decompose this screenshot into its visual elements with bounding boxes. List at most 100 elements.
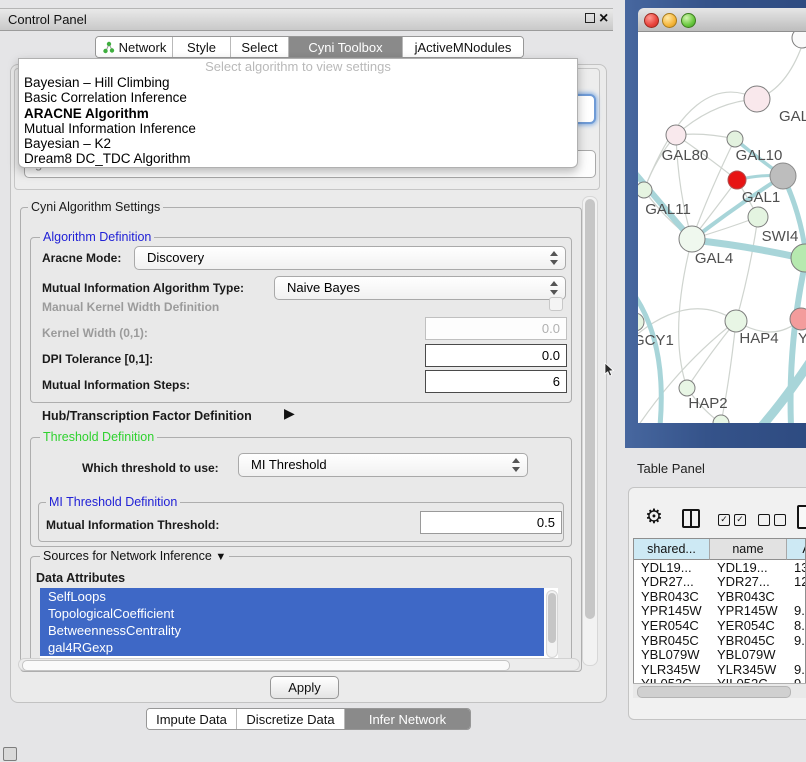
algorithm-option[interactable]: ARACNE Algorithm — [19, 106, 577, 121]
algorithm-option[interactable]: Bayesian – K2 — [19, 136, 577, 151]
network-node[interactable] — [666, 125, 686, 145]
table-hscrollbar[interactable] — [633, 683, 806, 698]
network-edge[interactable] — [762, 362, 806, 423]
network-node[interactable] — [748, 207, 768, 227]
table-row[interactable]: YLR345WYLR345W9. — [634, 663, 806, 678]
network-edge[interactable] — [736, 217, 758, 321]
hide-columns-icon[interactable] — [758, 514, 786, 526]
network-window-titlebar[interactable] — [638, 8, 806, 32]
network-edge[interactable] — [638, 160, 692, 240]
tab-discretize-data[interactable]: Discretize Data — [237, 709, 345, 729]
table-panel-title: Table Panel — [637, 461, 705, 476]
algorithm-option[interactable]: Dream8 DC_TDC Algorithm — [19, 151, 577, 166]
attribute-item[interactable]: BetweennessCentrality — [40, 622, 544, 639]
manual-kernel-label: Manual Kernel Width Definition — [42, 300, 219, 314]
network-view[interactable]: GALGAL80GAL10GAL1GAL11SWI4GAL4GCY1HAP4YH… — [638, 32, 806, 423]
table-cell: 9. — [787, 634, 806, 649]
attribute-item[interactable]: TopologicalCoefficient — [40, 605, 544, 622]
checked-checkbox-icon: ✓ — [718, 514, 730, 526]
algorithm-option[interactable]: Bayesian – Hill Climbing — [19, 75, 577, 90]
collapse-down-icon[interactable]: ▼ — [215, 551, 226, 563]
attributes-scrollbar-thumb[interactable] — [548, 593, 556, 643]
tab-infer-network[interactable]: Infer Network — [345, 709, 470, 729]
kernel-width-field[interactable]: 0.0 — [425, 317, 567, 340]
attribute-item[interactable]: gal4RGexp — [40, 639, 544, 656]
tab-jactivemnodules[interactable]: jActiveMNodules — [403, 37, 523, 57]
close-icon[interactable]: × — [599, 9, 613, 25]
node-label: GAL4 — [695, 250, 733, 267]
zoom-window-icon[interactable] — [681, 13, 696, 28]
settings-vscrollbar-thumb[interactable] — [585, 199, 595, 619]
network-node[interactable] — [792, 32, 806, 48]
network-node[interactable] — [770, 163, 796, 189]
table-row[interactable]: YPR145WYPR145W9. — [634, 604, 806, 619]
which-threshold-value: MI Threshold — [251, 454, 327, 476]
table-row[interactable]: YBL079WYBL079W — [634, 648, 806, 663]
network-node[interactable] — [728, 171, 746, 189]
network-edge[interactable] — [679, 239, 692, 388]
algorithm-dropdown: Select algorithm to view settings Bayesi… — [18, 58, 578, 168]
column-header[interactable]: A — [787, 539, 806, 560]
algorithm-option[interactable]: Basic Correlation Inference — [19, 90, 577, 105]
tab-network[interactable]: Network — [96, 37, 173, 57]
tab-cyni-toolbox[interactable]: Cyni Toolbox — [289, 37, 403, 57]
tab-style[interactable]: Style — [173, 37, 231, 57]
column-header[interactable]: name — [710, 539, 787, 560]
dpi-tolerance-label: DPI Tolerance [0,1]: — [42, 352, 153, 366]
network-edge[interactable] — [638, 284, 661, 423]
expand-right-icon[interactable]: ▶ — [284, 405, 295, 422]
mi-steps-field[interactable]: 6 — [425, 370, 567, 393]
which-threshold-select[interactable]: MI Threshold — [238, 453, 528, 477]
export-table-icon[interactable] — [797, 505, 806, 529]
table-cell: YLR345W — [710, 663, 787, 678]
table-row[interactable]: YER054CYER054C8. — [634, 619, 806, 634]
settings-hscrollbar[interactable] — [18, 658, 580, 671]
network-node[interactable] — [638, 182, 652, 198]
settings-hscrollbar-thumb[interactable] — [22, 660, 510, 671]
close-window-icon[interactable] — [644, 13, 659, 28]
apply-button[interactable]: Apply — [270, 676, 339, 699]
table-hscrollbar-thumb[interactable] — [637, 686, 791, 698]
attributes-scrollbar[interactable] — [546, 590, 558, 658]
table-cell: YBR045C — [634, 634, 710, 649]
column-header[interactable]: shared... — [634, 539, 710, 560]
table-cell: YLR345W — [634, 663, 710, 678]
minimize-window-icon[interactable] — [662, 13, 677, 28]
show-columns-icon[interactable]: ✓ ✓ — [718, 514, 746, 526]
table-row[interactable]: YDL19...YDL19...13 — [634, 561, 806, 576]
manual-kernel-checkbox[interactable] — [549, 297, 563, 311]
network-svg: GALGAL80GAL10GAL1GAL11SWI4GAL4GCY1HAP4YH… — [638, 32, 806, 423]
settings-vscrollbar[interactable] — [582, 196, 598, 666]
float-window-icon[interactable] — [585, 13, 595, 23]
network-node[interactable] — [727, 131, 743, 147]
mi-type-select[interactable]: Naive Bayes — [274, 276, 566, 300]
attribute-item[interactable]: SelfLoops — [40, 588, 544, 605]
algorithm-option[interactable]: Mutual Information Inference — [19, 121, 577, 136]
algorithm-definition-title: Algorithm Definition — [40, 231, 154, 244]
gear-icon[interactable]: ⚙ — [645, 506, 663, 528]
table-row[interactable]: YDR27...YDR27...12 — [634, 575, 806, 590]
network-node[interactable] — [679, 380, 695, 396]
network-node[interactable] — [791, 244, 806, 272]
aracne-mode-select[interactable]: Discovery — [134, 246, 566, 270]
table-cell: YPR145W — [710, 604, 787, 619]
table-cell: YDL19... — [710, 561, 787, 576]
table-cell: YPR145W — [634, 604, 710, 619]
mi-threshold-field[interactable]: 0.5 — [420, 511, 562, 534]
network-node[interactable] — [679, 226, 705, 252]
table-row[interactable]: YBR043CYBR043C — [634, 590, 806, 605]
table-cell: YDL19... — [634, 561, 710, 576]
algorithm-options: Bayesian – Hill ClimbingBasic Correlatio… — [19, 75, 577, 167]
network-node[interactable] — [713, 415, 729, 423]
table-row[interactable]: YBR045CYBR045C9. — [634, 634, 806, 649]
column-layout-icon[interactable] — [682, 509, 700, 528]
network-node[interactable] — [725, 310, 747, 332]
tab-select[interactable]: Select — [231, 37, 289, 57]
bottom-tabs: Impute DataDiscretize DataInfer Network — [146, 708, 471, 730]
tab-impute-data[interactable]: Impute Data — [147, 709, 237, 729]
grip-icon[interactable] — [3, 747, 17, 761]
dpi-tolerance-field[interactable]: 0.0 — [425, 344, 567, 367]
network-node[interactable] — [744, 86, 770, 112]
stepper-icon — [549, 281, 558, 295]
node-label: HAP4 — [739, 330, 778, 347]
